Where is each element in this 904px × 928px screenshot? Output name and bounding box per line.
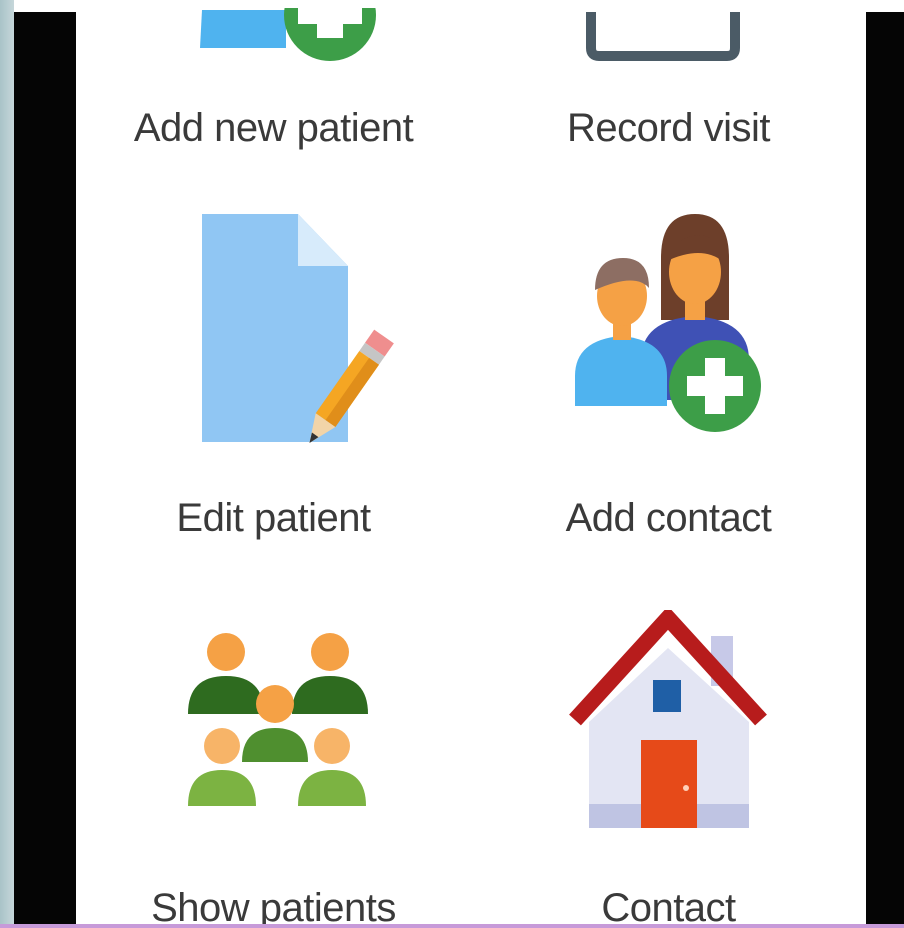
left-window-edge: [0, 0, 14, 928]
bottom-divider: [0, 924, 904, 928]
edit-patient-tile[interactable]: Edit patient: [76, 190, 471, 570]
right-black-bar: [866, 12, 904, 928]
show-patients-icon: [188, 633, 368, 806]
contact-tile[interactable]: Contact: [471, 570, 866, 928]
contact-label: Contact: [601, 886, 736, 928]
add-contact-label: Add contact: [565, 496, 772, 540]
edit-patient-icon: [202, 214, 394, 444]
add-new-patient-tile[interactable]: Add new patient: [76, 0, 471, 190]
show-patients-label: Show patients: [151, 886, 396, 928]
record-visit-tile[interactable]: Record visit: [471, 0, 866, 190]
menu-grid: Add new patient Record visit Edit patien…: [76, 0, 866, 928]
house-icon: [569, 610, 767, 828]
add-patient-icon: [76, 0, 471, 61]
add-new-patient-label: Add new patient: [133, 106, 414, 150]
left-black-bar: [14, 12, 76, 928]
record-visit-icon: [586, 12, 740, 61]
add-contact-icon: [575, 214, 761, 432]
record-visit-label: Record visit: [567, 106, 770, 150]
edit-patient-label: Edit patient: [176, 496, 371, 540]
app-screen: Add new patient Record visit Edit patien…: [0, 0, 904, 928]
show-patients-tile[interactable]: Show patients: [76, 570, 471, 928]
add-contact-tile[interactable]: Add contact: [471, 190, 866, 570]
